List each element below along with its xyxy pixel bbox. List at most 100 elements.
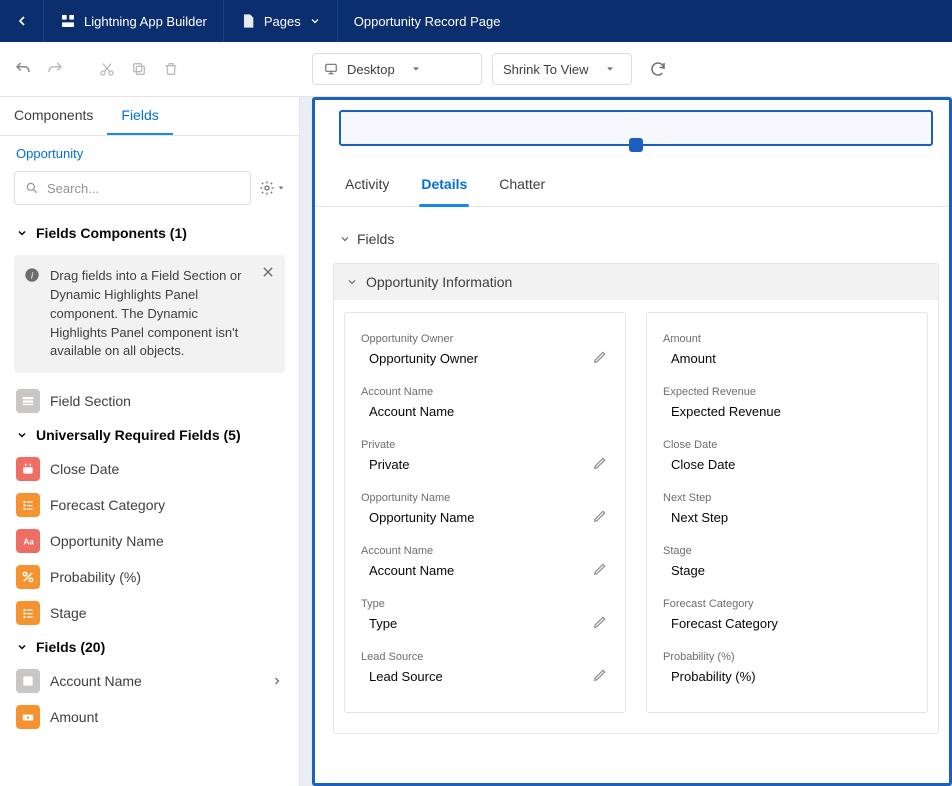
highlights-panel-placeholder[interactable]: [339, 110, 933, 146]
canvas: Activity Details Chatter Fields Opportun…: [300, 97, 952, 786]
app-icon: [60, 13, 76, 29]
resize-handle[interactable]: [629, 138, 643, 152]
tab-details[interactable]: Details: [419, 170, 469, 198]
undo-button[interactable]: [12, 58, 34, 80]
edit-button[interactable]: [593, 615, 607, 629]
desktop-icon: [323, 62, 339, 76]
fields-collapsible[interactable]: Fields: [333, 225, 939, 253]
chevron-down-icon: [16, 227, 28, 239]
search-placeholder: Search...: [47, 181, 99, 196]
info-icon: i: [24, 267, 40, 283]
section-required-fields[interactable]: Universally Required Fields (5): [0, 419, 299, 451]
lookup-icon: [16, 669, 40, 693]
field-stage[interactable]: Stage: [0, 595, 299, 631]
sidebar-settings[interactable]: [259, 180, 285, 196]
field-opportunity-name[interactable]: AaOpportunity Name: [0, 523, 299, 559]
field-label: Probability (%): [663, 651, 911, 663]
nav-app-label: Lightning App Builder: [84, 14, 207, 29]
redo-button[interactable]: [44, 58, 66, 80]
field-probability[interactable]: Probability (%): [0, 559, 299, 595]
field-forecast-category[interactable]: Forecast Category: [0, 487, 299, 523]
chevron-down-icon: [339, 233, 351, 245]
currency-icon: [16, 705, 40, 729]
search-input[interactable]: Search...: [14, 171, 251, 205]
fields-column-right: AmountAmountExpected RevenueExpected Rev…: [646, 312, 928, 713]
page-title: Opportunity Record Page: [338, 0, 517, 42]
record-page-preview[interactable]: Activity Details Chatter Fields Opportun…: [312, 97, 952, 786]
tab-chatter[interactable]: Chatter: [497, 170, 547, 198]
tab-components[interactable]: Components: [0, 97, 107, 135]
detail-field[interactable]: Next StepNext Step: [661, 486, 913, 539]
caret-down-icon: [411, 64, 421, 74]
gear-icon: [259, 180, 275, 196]
section-icon: [16, 389, 40, 413]
detail-field[interactable]: Account NameAccount Name: [359, 380, 611, 433]
field-amount[interactable]: Amount: [0, 699, 299, 735]
field-account-name[interactable]: Account Name: [0, 663, 299, 699]
field-label: Close Date: [663, 439, 911, 451]
detail-field[interactable]: Probability (%)Probability (%): [661, 645, 913, 698]
section-fields-components[interactable]: Fields Components (1): [0, 217, 299, 249]
breadcrumb-link[interactable]: Opportunity: [16, 146, 83, 161]
field-label: Forecast Category: [663, 598, 911, 610]
cut-icon: [99, 61, 115, 77]
back-button[interactable]: [0, 0, 44, 42]
field-label: Account Name: [50, 673, 142, 689]
field-value: Stage: [663, 563, 911, 578]
chevron-down-icon: [16, 641, 28, 653]
device-label: Desktop: [347, 62, 395, 77]
tab-fields[interactable]: Fields: [107, 97, 172, 135]
section-label: Fields (20): [36, 639, 105, 655]
detail-field[interactable]: AmountAmount: [661, 327, 913, 380]
dismiss-info[interactable]: [261, 265, 275, 279]
detail-field[interactable]: Opportunity OwnerOpportunity Owner: [359, 327, 611, 380]
arrow-left-icon: [14, 13, 30, 29]
trash-icon: [163, 61, 179, 77]
edit-button[interactable]: [593, 456, 607, 470]
component-label: Field Section: [50, 393, 131, 409]
detail-field[interactable]: Lead SourceLead Source: [359, 645, 611, 698]
refresh-icon: [649, 60, 667, 78]
field-label: Expected Revenue: [663, 386, 911, 398]
undo-icon: [14, 60, 32, 78]
device-select[interactable]: Desktop: [312, 53, 482, 85]
field-label: Account Name: [361, 545, 609, 557]
component-field-section[interactable]: Field Section: [0, 383, 299, 419]
edit-button[interactable]: [593, 668, 607, 682]
field-value: Lead Source: [361, 669, 609, 684]
detail-field[interactable]: Opportunity NameOpportunity Name: [359, 486, 611, 539]
field-value: Account Name: [361, 563, 609, 578]
nav-app-builder[interactable]: Lightning App Builder: [44, 0, 224, 42]
field-label: Probability (%): [50, 569, 141, 585]
page-icon: [240, 13, 256, 29]
section-all-fields[interactable]: Fields (20): [0, 631, 299, 663]
edit-button[interactable]: [593, 562, 607, 576]
date-icon: [16, 457, 40, 481]
detail-field[interactable]: PrivatePrivate: [359, 433, 611, 486]
detail-field[interactable]: Close DateClose Date: [661, 433, 913, 486]
cut-button[interactable]: [96, 58, 118, 80]
refresh-button[interactable]: [642, 53, 674, 85]
copy-button[interactable]: [128, 58, 150, 80]
detail-field[interactable]: StageStage: [661, 539, 913, 592]
field-label: Close Date: [50, 461, 119, 477]
detail-field[interactable]: Account Name Account Name: [359, 539, 611, 592]
zoom-select[interactable]: Shrink To View: [492, 53, 632, 85]
list-icon: [16, 493, 40, 517]
field-label: Account Name: [361, 386, 609, 398]
field-label: Opportunity Name: [361, 492, 609, 504]
delete-button[interactable]: [160, 58, 182, 80]
breadcrumb: Opportunity: [0, 136, 299, 167]
search-icon: [25, 181, 39, 195]
edit-button[interactable]: [593, 509, 607, 523]
edit-button[interactable]: [593, 350, 607, 364]
field-label: Forecast Category: [50, 497, 165, 513]
detail-field[interactable]: Forecast CategoryForecast Category: [661, 592, 913, 645]
field-close-date[interactable]: Close Date: [0, 451, 299, 487]
detail-field[interactable]: Expected RevenueExpected Revenue: [661, 380, 913, 433]
chevron-down-icon: [346, 276, 358, 288]
nav-pages[interactable]: Pages: [224, 0, 338, 42]
tab-activity[interactable]: Activity: [343, 170, 391, 198]
opp-info-header[interactable]: Opportunity Information: [334, 264, 938, 300]
detail-field[interactable]: TypeType: [359, 592, 611, 645]
